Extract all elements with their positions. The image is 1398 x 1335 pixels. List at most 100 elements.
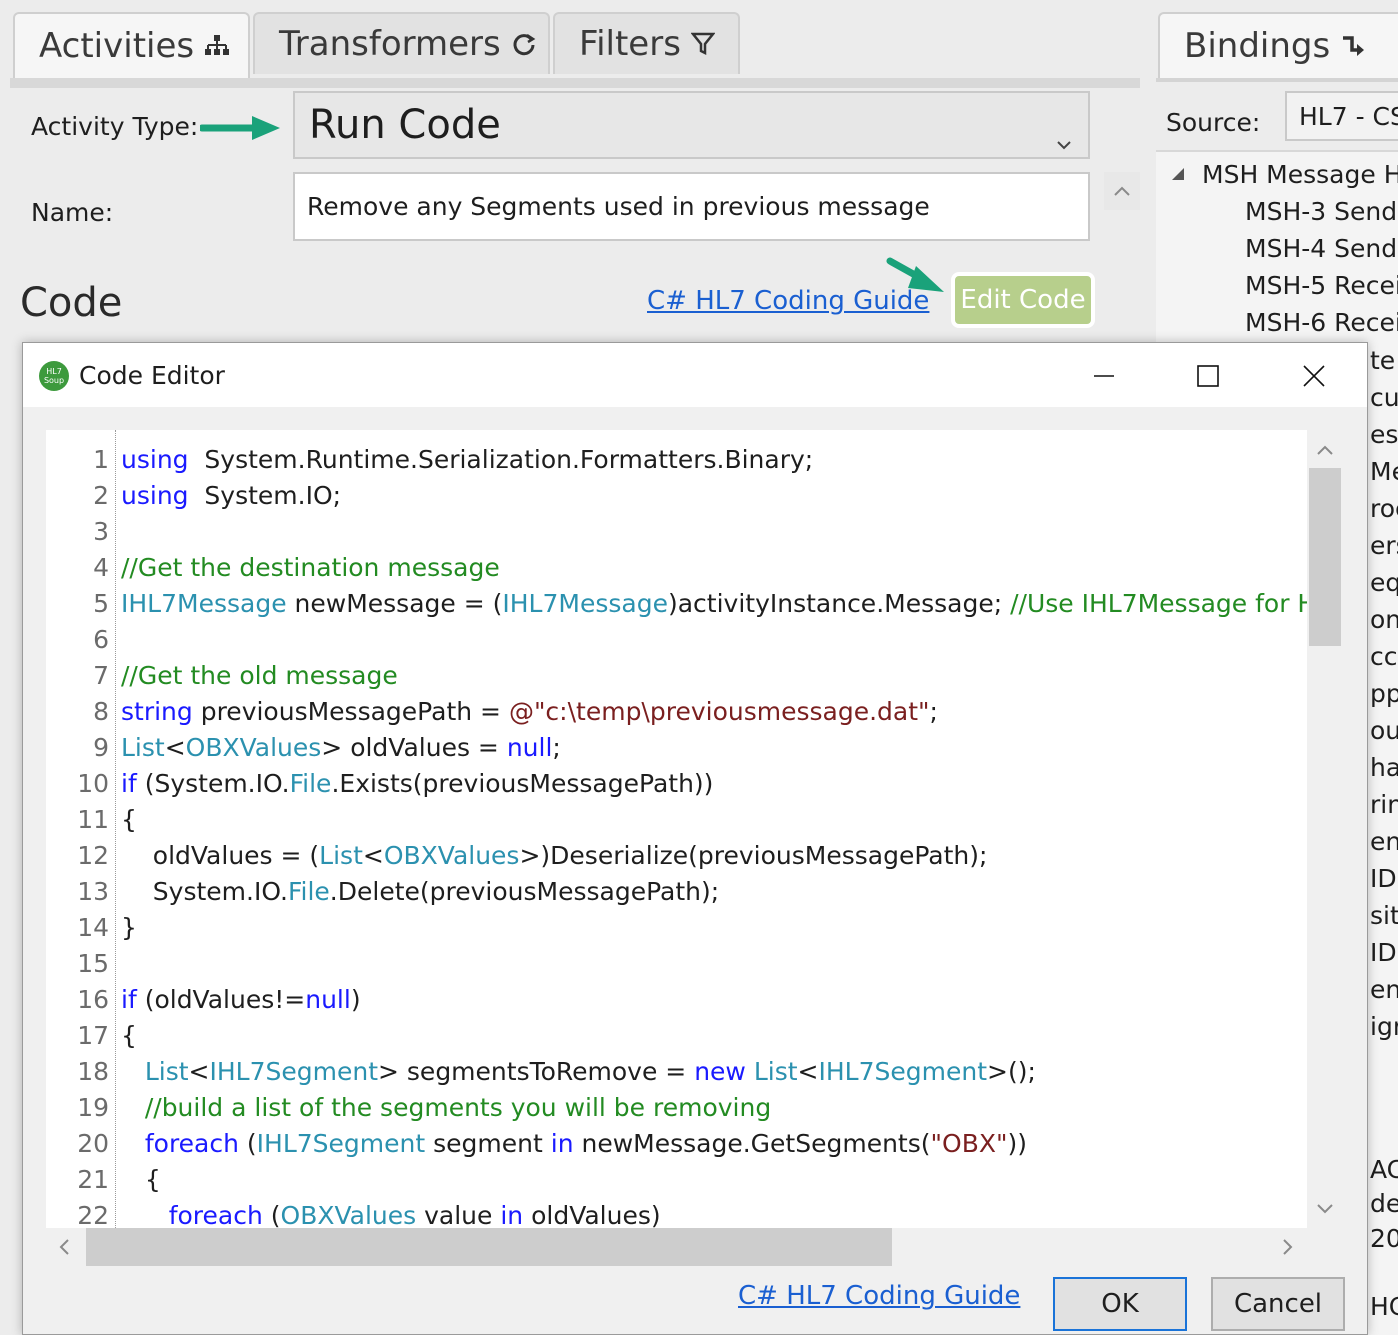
- name-input[interactable]: Remove any Segments used in previous mes…: [293, 172, 1090, 241]
- ok-button[interactable]: OK: [1053, 1277, 1187, 1331]
- tree-node-fragment[interactable]: cce: [1370, 642, 1398, 671]
- code-text: //Get the destination message: [121, 553, 500, 582]
- code-text: foreach (OBXValues value in oldValues): [168, 1201, 661, 1228]
- tree-node-fragment[interactable]: ou: [1370, 716, 1398, 745]
- line-number: 1: [93, 445, 109, 474]
- tree-node-fragment[interactable]: essa: [1370, 420, 1398, 449]
- code-text: List<OBXValues> oldValues = null;: [121, 733, 561, 762]
- line-number: 9: [93, 733, 109, 762]
- code-text: IHL7Message newMessage = (IHL7Message)ac…: [121, 589, 1330, 618]
- code-text: foreach (IHL7Segment segment in newMessa…: [144, 1129, 1027, 1158]
- line-number: 4: [93, 553, 109, 582]
- code-text: List<IHL7Segment> segmentsToRemove = new…: [144, 1057, 1036, 1086]
- tree-node-msh-5[interactable]: MSH-5 Recei: [1245, 271, 1398, 300]
- hierarchy-icon: [204, 34, 230, 58]
- source-value: HL7 - CS: [1299, 101, 1398, 131]
- arrow-annotation-icon: [200, 116, 280, 140]
- maximize-button[interactable]: [1190, 359, 1226, 393]
- code-text: }: [121, 913, 137, 942]
- code-text: if (oldValues!=null): [121, 985, 361, 1014]
- tree-node-fragment[interactable]: equ: [1370, 568, 1398, 597]
- tree-node-msh[interactable]: MSH Message He: [1202, 160, 1398, 189]
- line-number: 6: [93, 625, 109, 654]
- chevron-left-icon[interactable]: [58, 1238, 70, 1256]
- tree-node-fragment[interactable]: te: [1370, 346, 1395, 375]
- line-number: 10: [77, 769, 109, 798]
- tree-node-msh-6[interactable]: MSH-6 Recei: [1245, 308, 1398, 337]
- tree-node-fragment[interactable]: ha: [1370, 753, 1398, 782]
- line-number: 12: [77, 841, 109, 870]
- code-editor-dialog: HL7 Soup Code Editor 1 using System.Runti…: [22, 342, 1368, 1335]
- tab-transformers[interactable]: Transformers: [253, 12, 550, 74]
- code-text: string previousMessagePath = @"c:\temp\p…: [121, 697, 938, 726]
- code-text: oldValues = (List<OBXValues>)Deserialize…: [121, 841, 988, 870]
- tree-node-fragment[interactable]: Mes: [1370, 457, 1398, 486]
- horizontal-scrollbar-thumb[interactable]: [86, 1228, 892, 1266]
- tree-node-fragment[interactable]: roc: [1370, 494, 1398, 523]
- tab-filters-label: Filters: [579, 24, 681, 64]
- chevron-up-icon[interactable]: [1316, 444, 1334, 456]
- tree-node-fragment[interactable]: ign: [1370, 1012, 1398, 1041]
- source-select[interactable]: HL7 - CS: [1285, 91, 1398, 141]
- line-number: 17: [77, 1021, 109, 1050]
- tree-node-fragment[interactable]: en: [1370, 975, 1398, 1004]
- arrow-annotation-icon: [886, 257, 944, 292]
- tab-filters[interactable]: Filters: [553, 12, 740, 74]
- chevron-down-icon[interactable]: [1316, 1202, 1334, 1214]
- line-number: 18: [77, 1057, 109, 1086]
- activity-type-select[interactable]: Run Code: [293, 91, 1090, 159]
- vertical-scrollbar-thumb[interactable]: [1309, 468, 1341, 646]
- bindings-divider: [1156, 78, 1398, 82]
- dialog-title: Code Editor: [79, 361, 225, 390]
- name-label: Name:: [31, 198, 114, 227]
- code-text: using System.IO;: [121, 481, 342, 510]
- tree-node-fragment[interactable]: AC/: [1370, 1155, 1398, 1184]
- tree-node-fragment[interactable]: pp: [1370, 679, 1398, 708]
- tree-node-fragment[interactable]: de: [1370, 1189, 1398, 1218]
- minimize-button[interactable]: [1086, 359, 1122, 393]
- filter-icon: [690, 31, 715, 57]
- line-number: 15: [77, 949, 109, 978]
- code-text: //Get the old message: [121, 661, 398, 690]
- line-number: 21: [77, 1165, 109, 1194]
- dialog-titlebar: HL7 Soup Code Editor: [23, 343, 1367, 407]
- binding-arrow-icon: [1340, 34, 1366, 58]
- panel-scroll-up-button[interactable]: [1104, 172, 1140, 210]
- line-number: 13: [77, 877, 109, 906]
- tree-node-fragment[interactable]: on: [1370, 605, 1398, 634]
- cancel-button[interactable]: Cancel: [1211, 1277, 1345, 1331]
- minimize-icon: [1094, 375, 1114, 377]
- code-text: {: [121, 805, 137, 834]
- activity-type-value: Run Code: [309, 102, 501, 148]
- tree-node-fragment[interactable]: HC-: [1370, 1292, 1398, 1321]
- tree-node-fragment[interactable]: ers: [1370, 531, 1398, 560]
- close-button[interactable]: [1296, 359, 1332, 393]
- line-number: 5: [93, 589, 109, 618]
- expand-triangle-icon[interactable]: [1170, 166, 1186, 182]
- tree-node-fragment[interactable]: 202: [1370, 1224, 1398, 1253]
- tab-transformers-label: Transformers: [279, 24, 501, 64]
- close-icon: [1303, 365, 1325, 387]
- tab-strip-divider: [10, 78, 1140, 88]
- tree-node-fragment[interactable]: sit: [1370, 901, 1398, 930]
- tree-node-fragment[interactable]: ent: [1370, 827, 1398, 856]
- tree-node-msh-3[interactable]: MSH-3 Sendi: [1245, 197, 1398, 226]
- tree-node-fragment[interactable]: ID: [1370, 864, 1397, 893]
- code-text: System.IO.File.Delete(previousMessagePat…: [121, 877, 720, 906]
- code-text: {: [121, 1165, 161, 1194]
- edit-code-button[interactable]: Edit Code: [951, 272, 1095, 328]
- chevron-right-icon[interactable]: [1282, 1238, 1294, 1256]
- tab-bindings[interactable]: Bindings: [1158, 12, 1398, 78]
- code-editor-area[interactable]: 1 using System.Runtime.Serialization.Form…: [46, 430, 1330, 1228]
- line-number: 7: [93, 661, 109, 690]
- dialog-coding-guide-link[interactable]: C# HL7 Coding Guide: [738, 1281, 1020, 1311]
- tab-activities[interactable]: Activities: [13, 12, 250, 78]
- tree-node-fragment[interactable]: rin: [1370, 790, 1398, 819]
- line-number: 20: [77, 1129, 109, 1158]
- hl7-soup-logo-icon: HL7 Soup: [39, 361, 69, 391]
- source-label: Source:: [1166, 108, 1261, 137]
- tree-node-fragment[interactable]: cur: [1370, 383, 1398, 412]
- tree-node-fragment[interactable]: ID: [1370, 938, 1397, 967]
- tree-node-msh-4[interactable]: MSH-4 Sendi: [1245, 234, 1398, 263]
- chevron-down-icon: [1056, 115, 1072, 161]
